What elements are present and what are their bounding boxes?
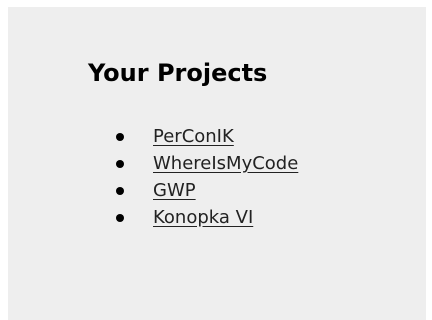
- project-link-whereismycode[interactable]: WhereIsMyCode: [153, 150, 298, 177]
- projects-panel: Your Projects PerConIK WhereIsMyCode GWP…: [8, 7, 426, 320]
- bullet-icon: [116, 187, 124, 195]
- bullet-icon: [116, 214, 124, 222]
- bullet-icon: [116, 160, 124, 168]
- page-title: Your Projects: [88, 59, 268, 87]
- project-link-perconik[interactable]: PerConIK: [153, 123, 234, 150]
- project-link-konopka-vi[interactable]: Konopka VI: [153, 204, 253, 231]
- project-link-gwp[interactable]: GWP: [153, 177, 196, 204]
- bullet-icon: [116, 133, 124, 141]
